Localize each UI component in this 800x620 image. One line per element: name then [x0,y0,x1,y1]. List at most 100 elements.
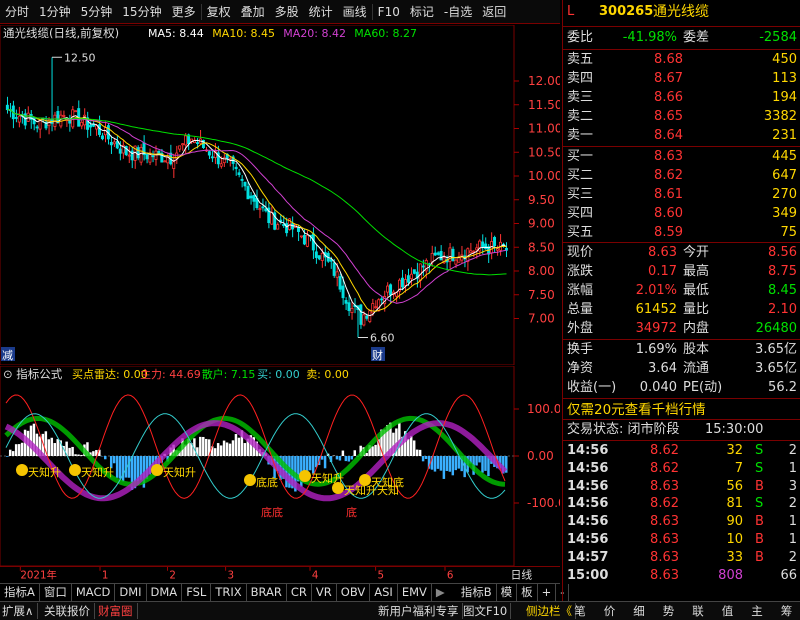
buy-bar [20,442,24,456]
toolbar-button-10[interactable]: F10 [373,0,405,24]
status-left-0[interactable]: 扩展∧ [2,603,39,619]
quote-tab-4[interactable]: 联 [684,603,712,619]
candle-body [184,135,188,146]
indicator-tab-0[interactable]: 指标A [0,584,40,601]
quote-tab-1[interactable]: 价 [596,603,624,619]
stat2-row-0: 换手 1.69% 股本 3.65亿 [563,341,800,359]
weicha-label: 委差 [683,30,710,45]
indicator-tab-4[interactable]: DMA [147,584,183,601]
indicator-chart[interactable]: 100.00 0.00 -100.00 ⊙ 指标公式买点雷达: 0.00主力: 44.… [0,366,560,566]
candle-body [246,186,250,200]
tick-price: 8.62 [650,460,679,476]
quote-tab-5[interactable]: 值 [714,603,742,619]
candle-body [332,262,336,276]
tabs-right-2[interactable]: 板 [517,584,538,601]
face-icon [359,474,371,486]
ask-volume: 450 [772,52,797,67]
y-tick-label: 11.00 [528,122,560,136]
tick-volume: 81 [726,496,743,512]
candle-body [35,126,39,129]
tick-count: 66 [780,567,797,583]
indicator-tab-7[interactable]: BRAR [247,584,287,601]
toolbar-button-6[interactable]: 叠加 [236,0,270,24]
tick-count: 2 [788,443,797,458]
status-mid-1[interactable]: 图文F10 [463,603,512,619]
indicator-tab-6[interactable]: TRIX [211,584,247,601]
indicator-tab-5[interactable]: FSL [182,584,212,601]
stat-label-2: 今开 [683,245,710,260]
indicator-tab-9[interactable]: VR [312,584,337,601]
candle-body [400,277,404,288]
promo-row[interactable]: 仅需20元查看千档行情 [563,401,800,419]
quote-tab-2[interactable]: 细 [625,603,653,619]
toolbar-button-11[interactable]: 标记 [405,0,439,24]
indicator-tab-12[interactable]: EMV [398,584,432,601]
toolbar-button-0[interactable]: 分时 [0,0,34,24]
buy-bar [205,438,208,456]
tick-row-6: 14:57 8.63 33 B 2 [563,549,800,567]
toolbar-button-2[interactable]: 5分钟 [76,0,118,24]
quote-tab-0[interactable]: 笔 [566,603,594,619]
toolbar-button-5[interactable]: 复权 [202,0,236,24]
toolbar-button-3[interactable]: 15分钟 [117,0,166,24]
candle-body [418,263,422,281]
toolbar-button-1[interactable]: 1分钟 [34,0,76,24]
ask-label: 卖一 [567,128,594,143]
tabs-right-3[interactable]: + [538,584,557,601]
tabs-right-0[interactable]: 指标B [457,584,497,601]
sell-bar [484,456,487,471]
candle-body [5,104,9,111]
buy-bar [71,446,74,456]
candle-body [163,160,167,163]
candlestick-chart[interactable]: 12.00 11.50 11.00 10.50 10.00 9.50 9.00 8.50 8.0… [0,25,560,365]
x-label-2: 2 [169,569,176,581]
toolbar-button-9[interactable]: 画线 [338,0,372,24]
tabs-right-1[interactable]: 模 [497,584,518,601]
toolbar-button-12[interactable]: -自选 [439,0,477,24]
toolbar-button-8[interactable]: 统计 [304,0,338,24]
indicator-tab-10[interactable]: OBV [337,584,371,601]
indicator-tab-8[interactable]: CR [287,584,312,601]
status-mid-0[interactable]: 新用户福利专享 [378,603,463,619]
bid-label: 买五 [567,225,594,240]
status-left-2[interactable]: 财富圈 [98,603,138,619]
stock-name: 通光线缆 [653,4,709,20]
candle-body [481,241,485,248]
indicator-tab-3[interactable]: DMI [115,584,147,601]
tick-direction: B [755,549,764,565]
status-left-1[interactable]: 关联报价 [44,603,95,619]
quote-tab-6[interactable]: 主 [743,603,771,619]
stat2-value-2: 3.65亿 [755,361,797,376]
candle-body [317,255,321,260]
stat2-label-2: PE(动) [683,380,723,395]
buy-bar [415,449,419,456]
low-label: 6.60 [370,332,395,345]
quote-panel: L 300265 通光线缆 委比 -41.98% 委差 -2584 卖五 8.68 450 卖四 8.… [562,0,800,601]
toolbar-button-7[interactable]: 多股 [270,0,304,24]
x-label-1: 1 [102,569,109,581]
indicator-tab-2[interactable]: MACD [72,584,116,601]
indicator-tab-1[interactable]: 窗口 [40,584,72,601]
ask-label: 卖二 [567,109,594,124]
annotation-label: 底底 [261,505,283,519]
ask-label: 卖五 [567,52,594,67]
tick-price: 8.63 [650,532,679,547]
indicator-tabs: 指标A 窗口 MACD DMI DMA FSL TRIX BRAR CR VR OBV ASI EMV ▶… [0,583,570,601]
tick-time: 14:56 [567,496,609,512]
toolbar-button-13[interactable]: 返回 [477,0,511,24]
bid-volume: 270 [772,187,797,202]
sell-bar [347,456,351,462]
candle-body [403,279,407,286]
sell-bar [478,456,481,463]
tabs-scroll-icon[interactable]: ▶ [432,584,449,601]
tick-volume: 33 [726,549,743,565]
sell-bar [323,456,327,469]
quote-tab-3[interactable]: 势 [655,603,683,619]
candle-body [240,178,244,181]
indicator-tab-11[interactable]: ASI [370,584,398,601]
quote-tab-7[interactable]: 筹 [773,603,800,619]
toolbar-button-4[interactable]: 更多 [167,0,201,24]
buy-bar [47,439,51,456]
chart-title: 通光线缆(日线,前复权) [3,26,119,40]
bid-label: 买三 [567,187,594,202]
